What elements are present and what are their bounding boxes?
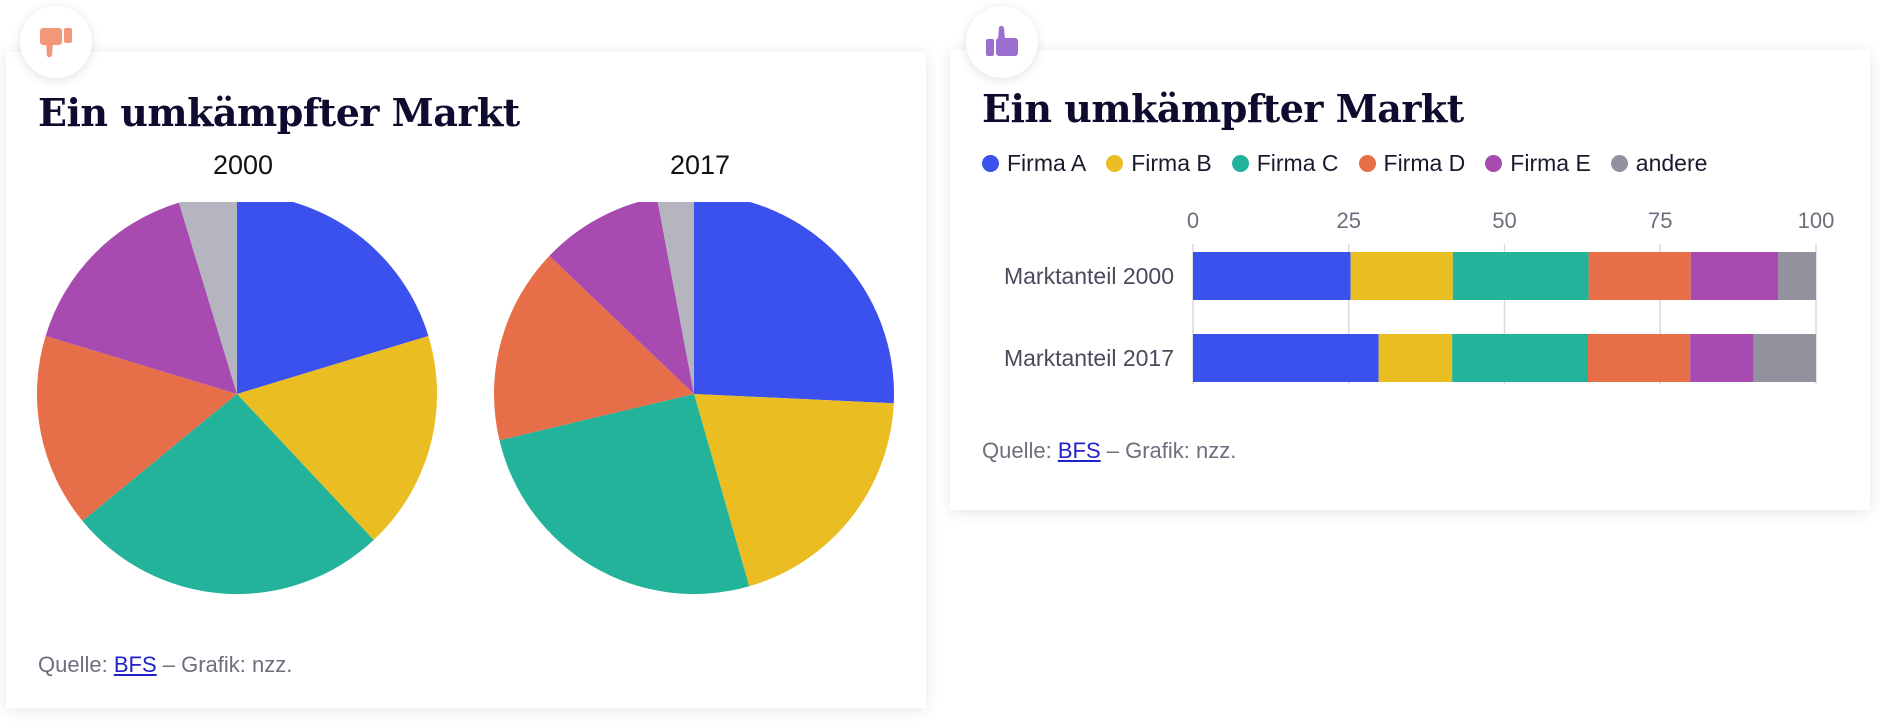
legend-item: Firma A [982, 150, 1086, 177]
bar-segment-firma-d [1588, 252, 1691, 300]
bar-segment-firma-e [1690, 334, 1754, 382]
source-line: Quelle: BFS – Grafik: nzz. [38, 652, 292, 678]
bar-segment-firma-e [1690, 252, 1778, 300]
legend-item: Firma B [1106, 150, 1212, 177]
legend-label: Firma E [1510, 150, 1591, 176]
source-link[interactable]: BFS [1058, 438, 1101, 463]
bar-segment-firma-c [1452, 252, 1589, 300]
category-label: Marktanteil 2000 [1004, 263, 1174, 289]
source-link[interactable]: BFS [114, 652, 157, 677]
bar-segment-firma-b [1378, 334, 1453, 382]
bar-segment-firma-b [1350, 252, 1453, 300]
bar-segment-firma-a [1193, 334, 1379, 382]
legend-swatch [982, 155, 999, 172]
pie-charts [36, 202, 894, 594]
source-suffix: – Grafik: nzz. [162, 652, 293, 677]
legend-label: andere [1635, 150, 1708, 176]
source-prefix: Quelle: [982, 438, 1052, 463]
legend-item: Firma D [1358, 150, 1466, 177]
legend-item: Firma C [1231, 150, 1339, 177]
pie-2000-label: 2000 [212, 150, 274, 180]
legend-swatch [1358, 155, 1376, 172]
source-prefix: Quelle: [38, 652, 108, 677]
legend: Firma A Firma B Firma C Firma D Firma E ander… [982, 150, 1707, 177]
x-tick-label: 0 [1187, 208, 1199, 233]
x-tick-label: 100 [1798, 208, 1835, 233]
legend-item: andere [1610, 150, 1708, 177]
source-suffix: – Grafik: nzz. [1106, 438, 1237, 463]
source-line: Quelle: BFS – Grafik: nzz. [982, 438, 1236, 464]
bar-segment-andere [1777, 252, 1816, 300]
x-tick-label: 75 [1648, 208, 1672, 233]
thumbs-down-icon [40, 28, 72, 58]
thumbs-up-badge [966, 6, 1038, 78]
bar-segment-andere [1753, 334, 1816, 382]
stacked-bar-chart: 0 25 50 75 100 Marktanteil 2000 Marktanteil 20… [1004, 208, 1835, 384]
bar-segment-firma-d [1587, 334, 1691, 382]
legend-swatch [1106, 155, 1124, 172]
legend-swatch [1231, 155, 1249, 172]
legend-item: Firma E [1485, 150, 1591, 177]
category-label: Marktanteil 2017 [1004, 345, 1174, 371]
bar-segment-firma-a [1193, 252, 1351, 300]
bar-segment-firma-c [1452, 334, 1588, 382]
card-title: Ein umkämpfter Markt [982, 86, 1464, 131]
thumbs-down-badge [20, 6, 92, 78]
legend-label: Firma C [1256, 150, 1339, 176]
pie-slice-2017-firma-a [694, 202, 894, 404]
legend-label: Firma A [1007, 150, 1087, 176]
x-tick-label: 50 [1492, 208, 1516, 233]
legend-label: Firma D [1383, 150, 1466, 176]
pie-chart-card: Ein umkämpfter Markt 2000 2017 Quelle: B… [6, 52, 926, 708]
card-title: Ein umkämpfter Markt [38, 90, 520, 135]
thumbs-up-icon [986, 25, 1018, 56]
bar-chart-card: Ein umkämpfter Markt Firma A Firma B Firma… [950, 50, 1870, 510]
legend-label: Firma B [1131, 150, 1212, 176]
legend-swatch [1485, 155, 1503, 172]
x-tick-label: 25 [1337, 208, 1361, 233]
legend-swatch [1610, 155, 1628, 172]
pie-2017-label: 2017 [669, 150, 731, 180]
